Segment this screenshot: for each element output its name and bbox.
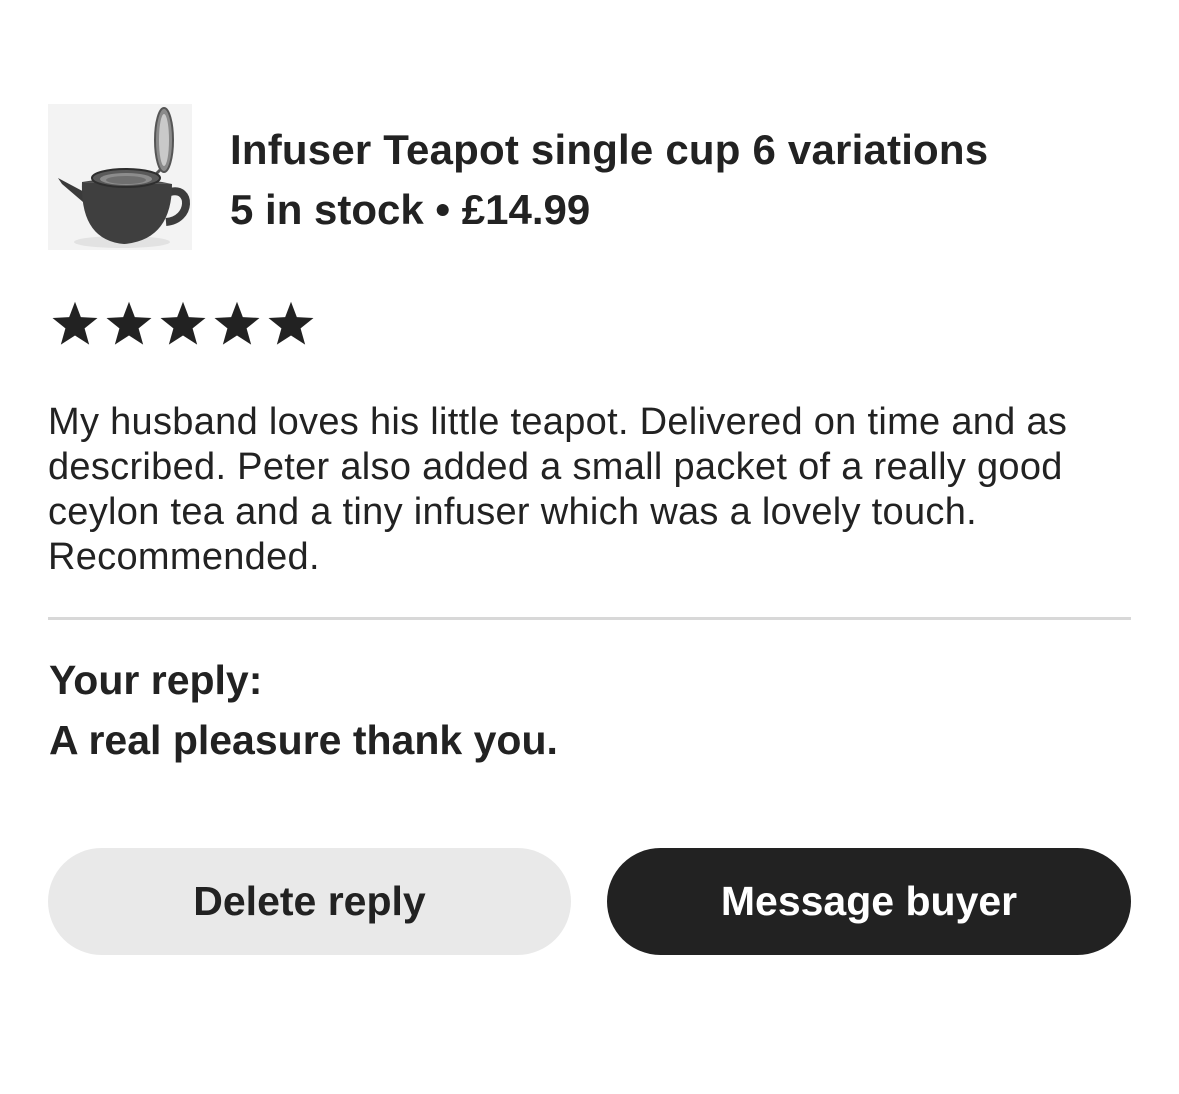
product-stock-price: 5 in stock • £14.99 [230,186,591,233]
message-buyer-button[interactable]: Message buyer [607,848,1131,955]
star-icon [266,300,316,348]
star-rating [50,300,316,348]
reply-text: A real pleasure thank you. [49,717,558,763]
teapot-image [48,104,192,250]
product-title[interactable]: Infuser Teapot single cup 6 variations [230,126,988,174]
star-icon [158,300,208,348]
review-text: My husband loves his little teapot. Deli… [48,401,1068,578]
star-icon [104,300,154,348]
divider [48,617,1131,620]
reply-label: Your reply: [49,657,263,703]
product-thumbnail[interactable] [48,104,192,250]
star-icon [212,300,262,348]
product-summary: Infuser Teapot single cup 6 variations 5… [48,104,1138,254]
delete-reply-button[interactable]: Delete reply [48,848,571,955]
star-icon [50,300,100,348]
